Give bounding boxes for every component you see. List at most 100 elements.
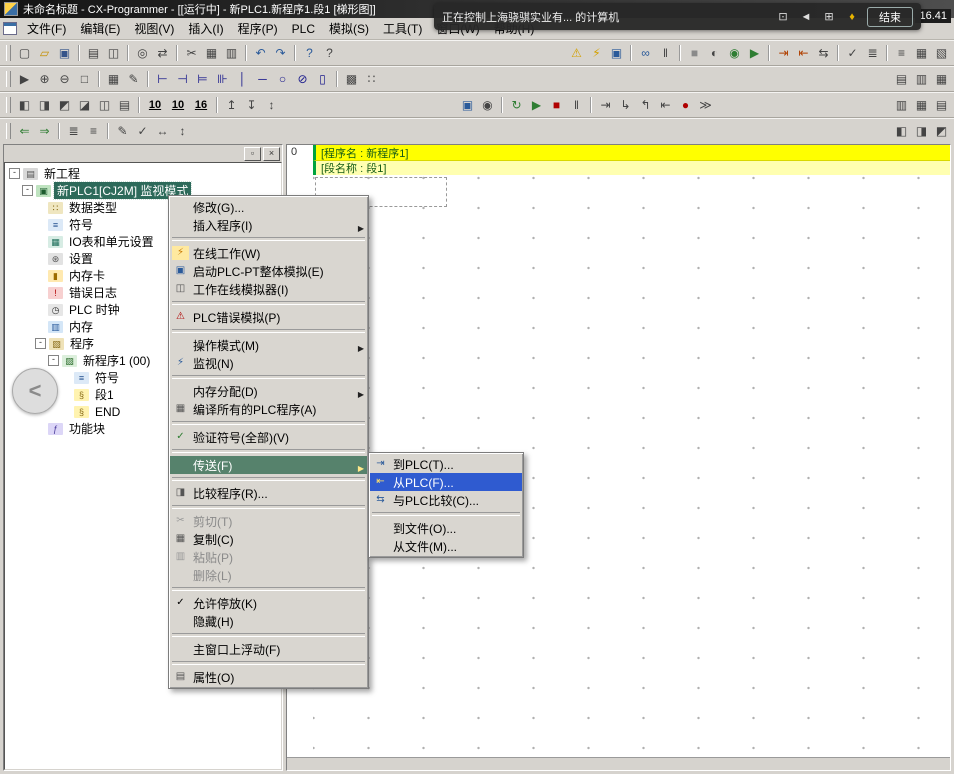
font-toolbar-icon[interactable]: ▤ [932,97,951,114]
align-right-icon[interactable]: ≡ [84,123,103,140]
toolbar-grip[interactable] [6,71,11,87]
style-toolbar-icon[interactable]: ▥ [892,97,911,114]
menu-item-cut[interactable]: ✂剪切(T) [170,512,367,530]
print-icon[interactable]: ▤ [84,45,103,62]
monitor-mode-icon[interactable]: ◉ [725,45,744,62]
submenu-item-to-plc[interactable]: ⇥到PLC(T)... [370,455,522,473]
menu-item-hide[interactable]: 隐藏(H) [170,612,367,630]
sim-step-in-icon[interactable]: ↳ [616,97,635,114]
menu-item-work-online-simulator[interactable]: ◫工作在线模拟器(I) [170,280,367,298]
pause-monitor-icon[interactable]: ‖ [656,45,675,62]
increase-row-icon[interactable]: ↥ [222,97,241,114]
menu-item-monitor[interactable]: ⚡监视(N) [170,354,367,372]
toolbar-grip[interactable] [6,123,11,139]
paste-icon[interactable]: ▥ [222,45,241,62]
horizontal-line-icon[interactable]: ─ [253,71,272,88]
edit-comment-icon[interactable]: ✎ [113,123,132,140]
vertical-line-icon[interactable]: │ [233,71,252,88]
menu-item-transfer[interactable]: 传送(F) [170,456,367,474]
palette-icon[interactable]: ▦ [932,71,951,88]
tree-expander-icon[interactable] [22,185,33,196]
sim-step-out-icon[interactable]: ↰ [636,97,655,114]
sim-run-to-cursor-icon[interactable]: ⇤ [656,97,675,114]
sim-scan-run-icon[interactable]: ↻ [507,97,526,114]
swap-vertical-icon[interactable]: ↕ [173,123,192,140]
io-comment-window-icon[interactable]: ▤ [115,97,134,114]
toggle-pt-sim-icon[interactable]: ▣ [607,45,626,62]
number-10-button[interactable]: 10 [144,97,166,114]
sim-run-icon[interactable]: ▶ [527,97,546,114]
tree-expander-icon[interactable] [35,338,46,349]
menu-file[interactable]: 文件(F) [20,18,73,39]
transfer-to-plc-icon[interactable]: ⇥ [774,45,793,62]
new-closed-coil-icon[interactable]: ⊘ [293,71,312,88]
horizontal-scrollbar[interactable] [287,757,950,770]
menu-item-modify[interactable]: 修改(G)... [170,198,367,216]
watch-window-icon[interactable]: ◩ [55,97,74,114]
fb-parameter-icon[interactable]: ∷ [362,71,381,88]
new-closed-or-contact-icon[interactable]: ⊪ [213,71,232,88]
expand-icon[interactable]: ⊞ [821,10,837,23]
menu-item-verify-symbols[interactable]: ✓验证符号(全部)(V) [170,428,367,446]
new-project-icon[interactable]: ▢ [15,45,34,62]
sim-to-end-icon[interactable]: ≫ [696,97,715,114]
simulator-window-icon[interactable]: ◉ [478,97,497,114]
rung-comment-icon[interactable]: ✎ [124,71,143,88]
tree-expander-icon[interactable] [9,168,20,179]
output-window-icon[interactable]: ◨ [35,97,54,114]
toolbar-grip[interactable] [6,97,11,113]
toolbox-icon[interactable]: ▥ [912,71,931,88]
menu-insert[interactable]: 插入(I) [181,18,230,39]
compile-program-icon[interactable]: ✓ [843,45,862,62]
menu-item-memory-allocation[interactable]: 内存分配(D) [170,382,367,400]
redo-icon[interactable]: ↷ [271,45,290,62]
new-closed-contact-icon[interactable]: ⊣ [173,71,192,88]
menu-edit[interactable]: 编辑(E) [73,18,127,39]
menu-item-allow-docking[interactable]: ✓允许停放(K) [170,594,367,612]
align-left-icon[interactable]: ≣ [64,123,83,140]
float-panel-icon[interactable]: ▫ [244,147,261,161]
cascade-windows-icon[interactable]: ▧ [932,45,951,62]
grid-toggle-icon[interactable]: ▦ [104,71,123,88]
check-program-icon[interactable]: ✓ [133,123,152,140]
menu-item-compile-all-plc-programs[interactable]: ▦编译所有的PLC程序(A) [170,400,367,418]
menu-item-float-on-main-window[interactable]: 主窗口上浮动(F) [170,640,367,658]
undo-icon[interactable]: ↶ [251,45,270,62]
sim-stop-icon[interactable]: ■ [547,97,566,114]
new-function-block-icon[interactable]: ▩ [342,71,361,88]
color-toolbar-icon[interactable]: ▦ [912,97,931,114]
fullscreen-icon[interactable]: ⊡ [775,10,791,23]
tree-item-new-project[interactable]: ▤ 新工程 [5,165,281,182]
program-toolbar-icon[interactable]: ◩ [932,123,951,140]
compare-with-plc-icon[interactable]: ⇆ [814,45,833,62]
menu-tools[interactable]: 工具(T) [376,18,429,39]
menu-item-properties[interactable]: ▤属性(O) [170,668,367,686]
debug-mode-icon[interactable]: ◐ [705,45,724,62]
menu-item-start-plc-pt-simulation[interactable]: ▣启动PLC-PT整体模拟(E) [170,262,367,280]
menu-simulation[interactable]: 模拟(S) [322,18,376,39]
menu-item-plc-error-simulation[interactable]: ⚠PLC错误模拟(P) [170,308,367,326]
cut-icon[interactable]: ✂ [182,45,201,62]
toolbar-grip[interactable] [6,45,11,61]
decrease-row-icon[interactable]: ↧ [242,97,261,114]
address-reference-window-icon[interactable]: ◫ [95,97,114,114]
sim-step-run-icon[interactable]: ⇥ [596,97,615,114]
submenu-item-from-file[interactable]: 从文件(M)... [370,537,522,555]
zoom-fit-icon[interactable]: □ [75,71,94,88]
submenu-item-compare-with-plc[interactable]: ⇆与PLC比较(C)... [370,491,522,509]
volume-icon[interactable]: ◄ [798,11,814,23]
transfer-from-plc-icon[interactable]: ⇤ [794,45,813,62]
new-instruction-icon[interactable]: ▯ [313,71,332,88]
submenu-item-to-file[interactable]: 到文件(O)... [370,519,522,537]
menu-item-delete[interactable]: 删除(L) [170,566,367,584]
menu-item-paste[interactable]: ▥粘贴(P) [170,548,367,566]
submenu-item-from-plc[interactable]: ⇤从PLC(F)... [370,473,522,491]
recorder-back-overlay[interactable]: < [12,368,58,414]
monitor-toggle-icon[interactable]: ∞ [636,45,655,62]
save-project-icon[interactable]: ▣ [55,45,74,62]
new-coil-icon[interactable]: ○ [273,71,292,88]
menu-plc[interactable]: PLC [285,20,322,38]
pin-toolbar-icon[interactable]: ▤ [892,71,911,88]
selection-tool-icon[interactable]: ▶ [15,71,34,88]
zoom-out-icon[interactable]: ⊖ [55,71,74,88]
